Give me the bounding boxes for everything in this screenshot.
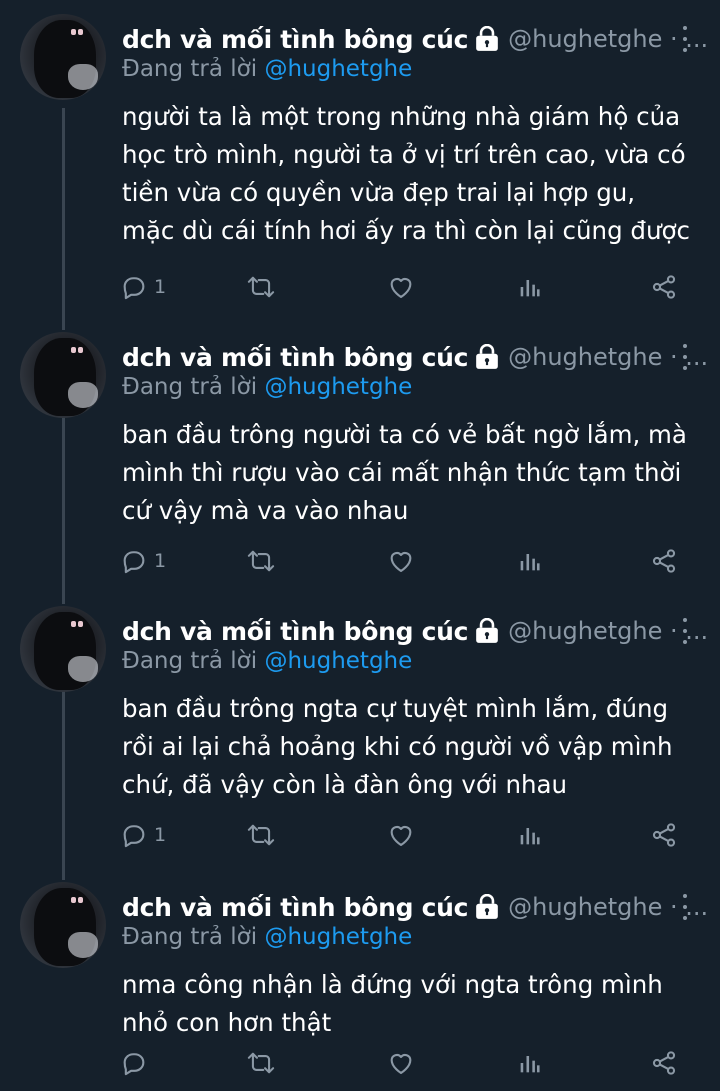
retweet-icon [246,273,276,301]
share-button[interactable] [650,270,678,304]
like-button[interactable] [386,818,416,852]
tweet-text: ban đầu trông người ta có vẻ bất ngờ lắm… [122,420,687,525]
like-button[interactable] [386,270,416,304]
reply-mention-link[interactable]: @hughetghe [264,56,412,82]
more-icon[interactable] [678,894,692,920]
reply-count: 1 [154,824,167,846]
like-icon [386,821,416,849]
avatar-mask [68,64,98,90]
reply-icon [120,273,148,301]
avatar-mask [68,656,98,682]
tweet-actions: 1 [120,270,680,304]
tweet-text: người ta là một trong những nhà giám hộ … [122,102,690,245]
avatar[interactable] [20,606,106,692]
views-icon [518,1049,542,1077]
like-button[interactable] [386,1046,416,1080]
retweet-button[interactable] [246,270,276,304]
tweet-actions: 1 [120,818,680,852]
tweet-text: nma công nhận là đứng với ngta trông mìn… [122,970,663,1037]
retweet-icon [246,1049,276,1077]
tweet-header: dch và mối tình bông cúc @hughetghe · ..… [122,614,708,648]
like-button[interactable] [386,544,416,578]
lock-icon [468,894,500,920]
share-icon [650,273,678,301]
share-icon [650,821,678,849]
lock-icon [468,618,500,644]
avatar-mask [68,382,98,408]
reply-button[interactable]: 1 [120,818,166,852]
tweet-header: dch và mối tình bông cúc @hughetghe · ..… [122,340,708,374]
share-button[interactable] [650,818,678,852]
more-icon[interactable] [678,344,692,370]
reply-prefix: Đang trả lời [122,56,258,82]
views-icon [518,547,542,575]
tweet-header: dch và mối tình bông cúc @hughetghe · ..… [122,22,708,56]
retweet-icon [246,547,276,575]
tweet-thread: dch và mối tình bông cúc @hughetghe · ..… [0,0,720,1091]
share-button[interactable] [650,1046,678,1080]
tweet-header: dch và mối tình bông cúc @hughetghe · ..… [122,890,708,924]
reply-mention-link[interactable]: @hughetghe [264,924,412,950]
reply-count: 1 [154,550,167,572]
tweet[interactable]: dch và mối tình bông cúc @hughetghe · ..… [0,318,720,592]
share-button[interactable] [650,544,678,578]
reply-button[interactable] [120,1046,154,1080]
tweet-actions: 1 [120,544,680,578]
replying-to: Đang trả lời @hughetghe [122,648,412,674]
reply-button[interactable]: 1 [120,544,166,578]
display-name[interactable]: dch và mối tình bông cúc [122,893,468,922]
retweet-button[interactable] [246,544,276,578]
tweet[interactable]: dch và mối tình bông cúc @hughetghe · ..… [0,0,720,318]
replying-to: Đang trả lời @hughetghe [122,56,412,82]
more-icon[interactable] [678,618,692,644]
display-name[interactable]: dch và mối tình bông cúc [122,617,468,646]
share-icon [650,1049,678,1077]
avatar[interactable] [20,882,106,968]
tweet[interactable]: dch và mối tình bông cúc @hughetghe · ..… [0,868,720,1091]
views-button[interactable] [518,818,542,852]
reply-mention-link[interactable]: @hughetghe [264,374,412,400]
avatar-bow [70,896,84,904]
like-icon [386,547,416,575]
tweet[interactable]: dch và mối tình bông cúc @hughetghe · ..… [0,592,720,868]
reply-count: 1 [154,276,167,298]
replying-to: Đang trả lời @hughetghe [122,924,412,950]
reply-prefix: Đang trả lời [122,648,258,674]
reply-prefix: Đang trả lời [122,924,258,950]
avatar[interactable] [20,14,106,100]
reply-mention-link[interactable]: @hughetghe [264,648,412,674]
avatar-bow [70,28,84,36]
tweet-actions [120,1046,680,1080]
replying-to: Đang trả lời @hughetghe [122,374,412,400]
lock-icon [468,344,500,370]
lock-icon [468,26,500,52]
retweet-button[interactable] [246,1046,276,1080]
reply-button[interactable]: 1 [120,270,166,304]
views-icon [518,821,542,849]
retweet-button[interactable] [246,818,276,852]
views-button[interactable] [518,1046,542,1080]
reply-icon [120,1049,148,1077]
display-name[interactable]: dch và mối tình bông cúc [122,25,468,54]
views-button[interactable] [518,270,542,304]
share-icon [650,547,678,575]
reply-prefix: Đang trả lời [122,374,258,400]
display-name[interactable]: dch và mối tình bông cúc [122,343,468,372]
like-icon [386,1049,416,1077]
views-button[interactable] [518,544,542,578]
tweet-text: ban đầu trông ngta cự tuyệt mình lắm, đú… [122,694,673,799]
views-icon [518,273,542,301]
avatar-bow [70,346,84,354]
more-icon[interactable] [678,26,692,52]
reply-icon [120,821,148,849]
avatar[interactable] [20,332,106,418]
avatar-mask [68,932,98,958]
avatar-bow [70,620,84,628]
retweet-icon [246,821,276,849]
reply-icon [120,547,148,575]
like-icon [386,273,416,301]
